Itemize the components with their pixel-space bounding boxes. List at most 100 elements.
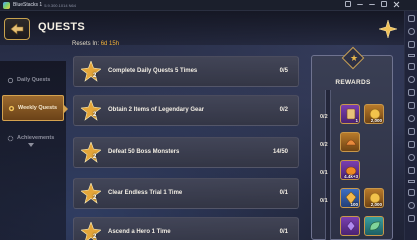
macro-icon[interactable] — [407, 115, 415, 122]
reward-tier-count: 0/2 — [320, 142, 328, 148]
close-icon[interactable] — [393, 1, 399, 7]
quest-progress: 0/2 — [279, 107, 288, 113]
apk-icon[interactable] — [407, 102, 415, 109]
quest-row[interactable]: 2 Clear Endless Trial 1 Time 0/1 — [73, 178, 299, 209]
reward-item[interactable]: 100 — [340, 188, 360, 208]
reset-timer: Resets In: 6d 15h — [72, 41, 119, 47]
quest-star-icon: 2 — [80, 221, 102, 240]
maximize-icon[interactable] — [381, 1, 387, 7]
helmet-icon — [345, 139, 357, 146]
reward-amount: 100 — [350, 202, 358, 207]
menu-icon[interactable] — [357, 1, 363, 5]
quest-row[interactable]: 2 Obtain 2 Items of Legendary Gear 0/2 — [73, 95, 299, 126]
bluestacks-logo-icon — [3, 1, 10, 9]
reward-amount: 1 — [355, 118, 358, 123]
quest-multiplier: 2 — [93, 154, 97, 160]
location-icon[interactable] — [407, 76, 415, 83]
game-screen: QUESTS Resets In: 6d 15h Daily Quests We… — [0, 11, 404, 240]
rewards-star-icon: ★ — [349, 53, 359, 63]
app-version: 5.9.300.1014 N64 — [44, 2, 76, 8]
quest-progress: 14/50 — [272, 149, 288, 155]
quest-row[interactable]: 2 Defeat 50 Boss Monsters 14/50 — [73, 137, 299, 168]
nav-daily-quests-label: Daily Quests — [17, 77, 51, 83]
nav-achievements[interactable]: Achievements — [2, 125, 64, 151]
back-button[interactable] — [4, 18, 30, 40]
quest-multiplier: 2 — [93, 73, 97, 79]
quest-progress: 0/1 — [279, 229, 288, 235]
more-icon[interactable] — [407, 189, 415, 196]
quest-progress: 0/1 — [279, 190, 288, 196]
nav-daily-quests[interactable]: Daily Quests — [2, 67, 64, 93]
gear-icon — [7, 135, 14, 141]
folder-icon[interactable] — [407, 128, 415, 135]
quest-description: Ascend a Hero 1 Time — [108, 229, 171, 235]
reward-tier-count: 0/1 — [320, 198, 328, 204]
reset-timer-value: 6d 15h — [100, 41, 120, 47]
emulator-sidebar — [404, 11, 417, 240]
reward-item[interactable]: 2,000 — [364, 104, 384, 124]
reward-item[interactable]: 4.4k+3 — [340, 160, 360, 180]
quest-multiplier: 2 — [93, 112, 97, 118]
window-controls — [345, 1, 399, 7]
app-name: BlueStacks 1 — [13, 2, 43, 8]
page-title: QUESTS — [38, 21, 86, 33]
quest-progress: 0/5 — [279, 68, 288, 74]
flower-icon — [8, 105, 15, 111]
quest-star-icon: 2 — [80, 182, 102, 205]
quest-multiplier: 2 — [93, 234, 97, 240]
quest-star-icon: 2 — [80, 99, 102, 122]
reward-tier: 0/1 4.4k+3 — [320, 156, 392, 186]
reward-tier — [320, 212, 392, 240]
chevron-down-icon — [28, 143, 34, 147]
rotate-icon[interactable] — [407, 167, 415, 174]
reward-tier: 0/2 — [320, 128, 392, 158]
reward-item[interactable] — [364, 216, 384, 236]
sparkle-icon[interactable] — [378, 19, 398, 39]
sun-icon — [7, 77, 14, 83]
quest-description: Defeat 50 Boss Monsters — [108, 149, 180, 155]
rewards-panel: ★ REWARDS 0/2 1 2,000 0/2 0/1 4.4k+3 0/1… — [311, 46, 393, 240]
quest-category-nav: Daily Quests Weekly Quests Achievements — [0, 61, 68, 240]
shake-icon[interactable] — [407, 180, 415, 183]
nav-weekly-quests-label: Weekly Quests — [18, 105, 58, 111]
quest-star-icon: 2 — [80, 141, 102, 164]
settings-icon[interactable] — [407, 28, 415, 35]
reward-tier: 0/2 1 2,000 — [320, 100, 392, 130]
reward-tier: 0/1 100 2,000 — [320, 184, 392, 214]
keyboard-icon[interactable] — [407, 41, 415, 48]
gamepad-icon[interactable] — [407, 202, 415, 209]
reward-tier-count: 0/1 — [320, 170, 328, 176]
reward-amount: 2,000 — [370, 118, 382, 123]
screenshot-icon[interactable] — [407, 63, 415, 70]
expand-icon[interactable] — [407, 15, 415, 22]
quest-row[interactable]: 2 Ascend a Hero 1 Time 0/1 — [73, 217, 299, 240]
reset-timer-label: Resets In: — [72, 41, 100, 47]
reward-amount: 2,000 — [370, 202, 382, 207]
back-arrow-icon — [10, 23, 24, 35]
quest-description: Clear Endless Trial 1 Time — [108, 190, 183, 196]
reward-item[interactable]: 2,000 — [364, 188, 384, 208]
volume-icon[interactable] — [407, 89, 415, 96]
reward-item[interactable] — [340, 216, 360, 236]
screen-icon[interactable] — [407, 54, 415, 57]
quest-description: Complete Daily Quests 5 Times — [108, 68, 198, 74]
rewards-title: REWARDS — [335, 79, 371, 86]
leaf-icon — [369, 221, 381, 231]
crystal-icon — [346, 220, 356, 232]
quest-star-icon: 2 — [80, 60, 102, 83]
eco-mode-icon[interactable] — [407, 154, 415, 161]
reward-item[interactable]: 1 — [340, 104, 360, 124]
emulator-title-bar: BlueStacks 1 5.9.300.1014 N64 — [0, 0, 417, 11]
minimize-icon[interactable] — [369, 1, 375, 5]
multi-instance-icon[interactable] — [407, 141, 415, 148]
quests-header: QUESTS — [0, 11, 404, 45]
reward-item[interactable] — [340, 132, 360, 152]
nav-weekly-quests[interactable]: Weekly Quests — [2, 95, 68, 121]
quest-multiplier: 2 — [93, 195, 97, 201]
quest-description: Obtain 2 Items of Legendary Gear — [108, 107, 205, 113]
back-nav-icon[interactable] — [407, 215, 415, 222]
help-icon[interactable] — [345, 1, 351, 7]
quest-row[interactable]: 2 Complete Daily Quests 5 Times 0/5 — [73, 56, 299, 87]
reward-tier-count: 0/2 — [320, 114, 328, 120]
reward-amount: 4.4k+3 — [344, 174, 358, 179]
